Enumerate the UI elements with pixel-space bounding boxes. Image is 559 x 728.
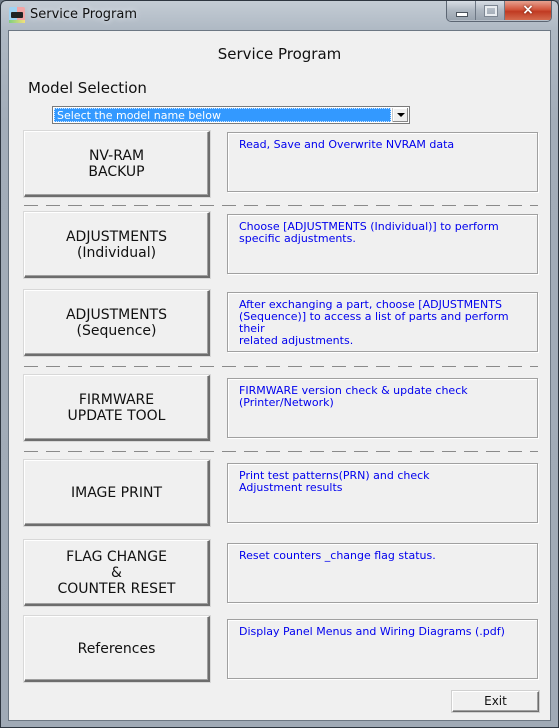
adjustments-sequence-description: After exchanging a part, choose [ADJUSTM… — [227, 292, 538, 352]
minimize-icon — [456, 12, 468, 17]
service-program-window: Service Program × Service Program Model … — [0, 0, 559, 728]
nvram-backup-button[interactable]: NV-RAM BACKUP — [24, 131, 210, 197]
maximize-button[interactable] — [476, 1, 505, 20]
flag-change-counter-reset-button[interactable]: FLAG CHANGE & COUNTER RESET — [24, 540, 210, 606]
references-description: Display Panel Menus and Wiring Diagrams … — [227, 619, 538, 679]
image-print-description: Print test patterns(PRN) and check Adjus… — [227, 463, 538, 523]
nvram-backup-description: Read, Save and Overwrite NVRAM data — [227, 132, 538, 192]
minimize-button[interactable] — [447, 1, 476, 20]
adjustments-individual-button[interactable]: ADJUSTMENTS (Individual) — [24, 212, 210, 278]
section-divider — [24, 366, 538, 367]
model-select-dropdown[interactable]: Select the model name below — [52, 106, 410, 124]
adjustments-sequence-button[interactable]: ADJUSTMENTS (Sequence) — [24, 290, 210, 356]
client-area: Service Program Model Selection Select t… — [8, 30, 551, 721]
close-button[interactable]: × — [505, 1, 551, 20]
image-print-button[interactable]: IMAGE PRINT — [24, 460, 210, 526]
references-button[interactable]: References — [24, 616, 210, 682]
section-divider — [24, 205, 538, 206]
close-icon: × — [522, 2, 534, 18]
section-divider — [24, 451, 538, 452]
page-title: Service Program — [217, 45, 342, 63]
printer-app-icon[interactable] — [9, 7, 25, 23]
firmware-update-description: FIRMWARE version check & update check (P… — [227, 378, 538, 438]
model-selection-label: Model Selection — [28, 79, 147, 97]
caption-buttons: × — [446, 1, 552, 22]
flag-change-description: Reset counters _change flag status. — [227, 543, 538, 603]
title-bar[interactable]: Service Program × — [1, 1, 558, 29]
maximize-icon — [485, 6, 497, 16]
firmware-update-tool-button[interactable]: FIRMWARE UPDATE TOOL — [24, 375, 210, 441]
exit-button[interactable]: Exit — [452, 691, 539, 712]
chevron-down-icon[interactable] — [392, 108, 408, 122]
adjustments-individual-description: Choose [ADJUSTMENTS (Individual)] to per… — [227, 214, 538, 274]
model-select-value[interactable]: Select the model name below — [54, 108, 391, 122]
window-title: Service Program — [30, 7, 138, 22]
